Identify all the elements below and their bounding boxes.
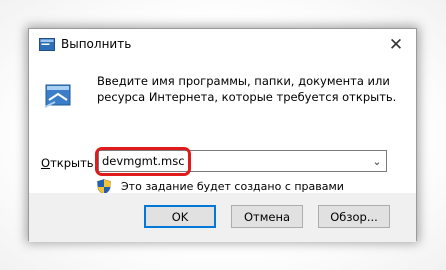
run-dialog: Выполнить ✕ Введите имя программы, папки…: [28, 28, 417, 242]
run-app-icon: [44, 84, 71, 108]
window-title: Выполнить: [61, 37, 132, 51]
open-label: Открыть:: [41, 156, 97, 170]
cancel-button[interactable]: Отмена: [231, 205, 303, 228]
open-label-accel: О: [41, 156, 51, 170]
close-button[interactable]: ✕: [376, 29, 416, 60]
button-bar: OK Отмена Обзор...: [29, 193, 416, 242]
open-combobox[interactable]: ⌄: [98, 150, 387, 172]
run-window-icon: [39, 38, 55, 51]
instruction-text: Введите имя программы, папки, документа …: [97, 74, 397, 104]
ok-button[interactable]: OK: [144, 205, 216, 228]
dialog-content: Введите имя программы, папки, документа …: [29, 60, 416, 206]
chevron-down-icon: ⌄: [372, 154, 382, 168]
open-label-rest: ткрыть:: [50, 156, 98, 170]
browse-button[interactable]: Обзор...: [318, 205, 390, 228]
combo-dropdown-button[interactable]: ⌄: [368, 151, 386, 171]
close-icon: ✕: [388, 34, 404, 55]
title-bar[interactable]: Выполнить ✕: [29, 29, 416, 60]
open-input[interactable]: [102, 152, 357, 170]
